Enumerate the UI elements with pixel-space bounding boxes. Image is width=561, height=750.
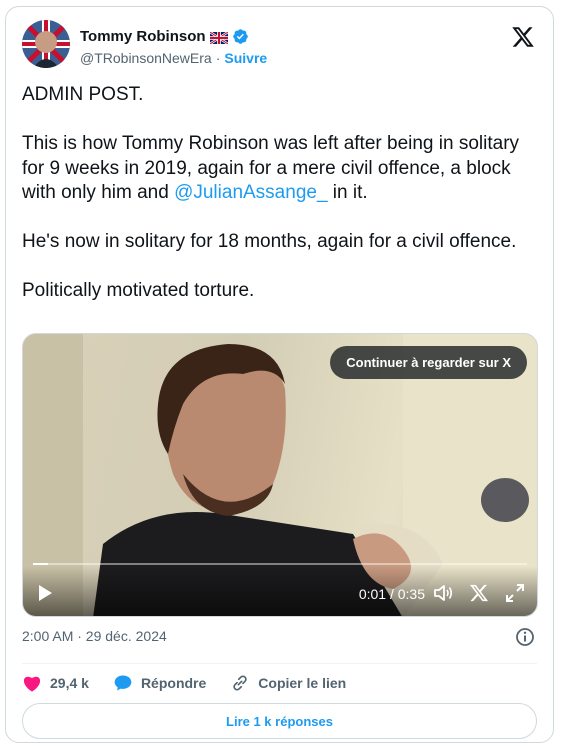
x-logo-icon[interactable] (511, 25, 535, 49)
reply-label: Répondre (140, 675, 207, 691)
tweet-paragraph-3: He's now in solitary for 18 months, agai… (22, 231, 517, 252)
reply-button[interactable]: Répondre (113, 673, 206, 693)
read-replies-button[interactable]: Lire 1 k réponses (22, 703, 537, 739)
volume-icon[interactable] (433, 582, 453, 604)
copy-link-label: Copier le lien (258, 675, 347, 691)
tweet-paragraph-2: This is how Tommy Robinson was left afte… (22, 132, 542, 206)
tweet-text: ADMIN POST. This is how Tommy Robinson w… (22, 83, 542, 304)
video-player[interactable]: Continuer à regarder sur X 0:01 / 0:35 (22, 333, 538, 617)
fullscreen-icon[interactable] (505, 582, 525, 604)
info-icon[interactable] (515, 627, 535, 647)
uk-flag-icon (208, 30, 229, 45)
avatar[interactable] (22, 20, 70, 68)
video-time: 0:01 / 0:35 (358, 586, 425, 602)
tweet-header: Tommy Robinson @TRobinsonNewEra · Suivre (22, 19, 537, 69)
verified-badge-icon (232, 28, 249, 45)
tweet-paragraph-4: Politically motivated torture. (22, 280, 255, 301)
divider (22, 663, 537, 664)
play-icon[interactable] (37, 582, 53, 604)
mention-link[interactable]: @JulianAssange_ (174, 182, 327, 203)
like-count: 29,4 k (50, 675, 89, 691)
video-controls (23, 566, 537, 616)
speech-bubble-icon (113, 673, 133, 693)
continue-on-x-button[interactable]: Continuer à regarder sur X (330, 346, 527, 379)
tweet-paragraph-1: ADMIN POST. (22, 84, 144, 105)
tweet-timestamp[interactable]: 2:00 AM · 29 déc. 2024 (22, 628, 167, 644)
video-progress-fill (33, 563, 48, 565)
link-icon (230, 673, 250, 693)
author-handle[interactable]: @TRobinsonNewEra (80, 50, 212, 66)
like-button[interactable]: 29,4 k (22, 674, 89, 692)
heart-icon (22, 674, 42, 692)
tweet-text-segment: in it. (327, 182, 368, 203)
video-progress-bar[interactable] (33, 563, 527, 565)
x-share-icon[interactable] (469, 582, 489, 604)
separator-dot: · (215, 50, 221, 66)
follow-button[interactable]: Suivre (224, 50, 267, 66)
author-name[interactable]: Tommy Robinson (80, 28, 206, 45)
copy-link-button[interactable]: Copier le lien (230, 673, 346, 693)
tweet-card: Tommy Robinson @TRobinsonNewEra · Suivre… (5, 6, 554, 743)
tweet-actions: 29,4 k Répondre Copier le lien (22, 671, 370, 695)
